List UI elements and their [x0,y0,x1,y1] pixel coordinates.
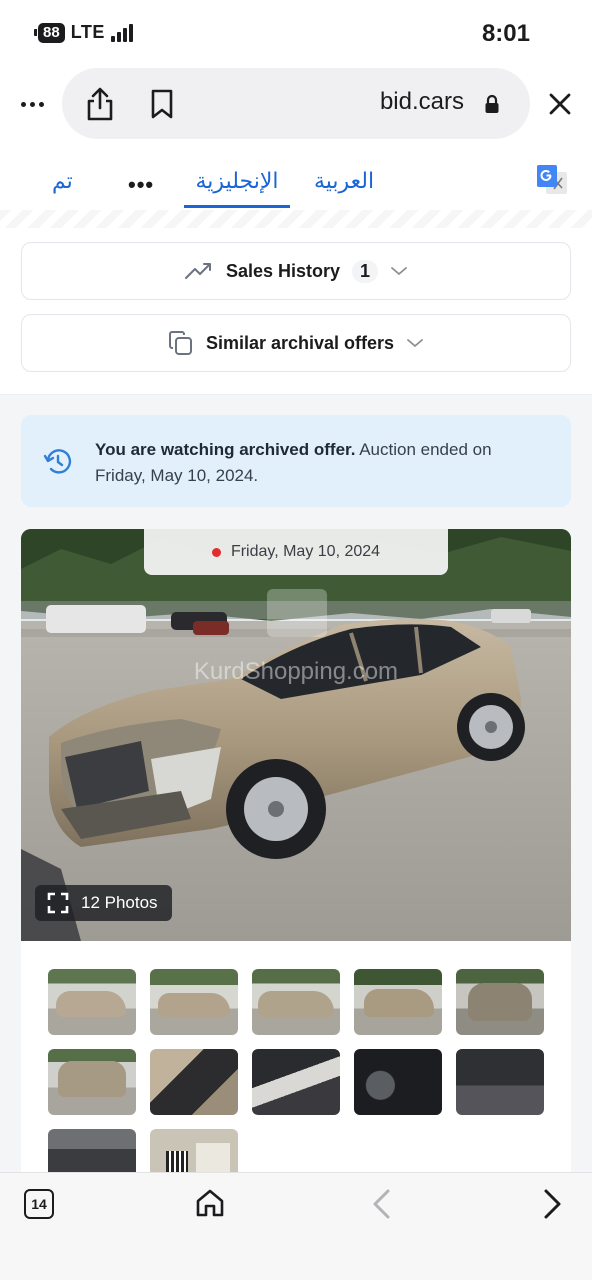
main-car-photo[interactable]: KurdShopping.com Friday, May 10, 2024 12… [21,529,571,941]
auction-date: Friday, May 10, 2024 [230,543,381,560]
home-icon[interactable] [194,1187,226,1219]
fullscreen-icon [47,892,69,914]
notice-text: You are watching archived offer. Auction… [95,437,495,489]
copy-icon [168,331,192,355]
car-photo-illustration: KurdShopping.com [21,529,571,941]
photos-count-label: 12 Photos [81,893,158,912]
thumbnail-6[interactable] [48,1049,136,1115]
status-bar: 88 LTE 8:01 [0,0,592,66]
tabs-button[interactable]: 14 [24,1189,54,1219]
notice-bold: You are watching archived offer. [95,440,356,459]
close-icon[interactable] [546,90,574,118]
offer-section: You are watching archived offer. Auction… [0,394,592,1172]
google-translate-icon[interactable] [536,164,568,198]
divider [0,210,592,230]
translate-tab-english[interactable]: الإنجليزية [184,152,290,208]
translate-done-button[interactable]: تم [52,168,73,194]
thumbnail-11[interactable] [48,1129,136,1172]
clock: 8:01 [481,20,530,47]
thumbnail-1[interactable] [48,969,136,1035]
tabs-count: 14 [31,1196,47,1212]
battery-indicator: 88 [34,22,65,43]
status-left: 88 LTE [34,22,133,43]
thumbnail-10[interactable] [456,1049,544,1115]
sales-history-count: 1 [352,259,379,283]
watermark-text: KurdShopping.com [194,658,398,685]
similar-offers-label: Similar archival offers [205,332,395,353]
sales-history-label: Sales History [225,260,341,281]
browser-toolbar: 14 [0,1172,592,1280]
more-menu-icon[interactable] [16,92,48,116]
thumbnail-8[interactable] [252,1049,340,1115]
thumbnail-4[interactable] [354,969,442,1035]
photos-count-button[interactable]: 12 Photos [35,885,172,921]
thumbnail-3[interactable] [252,969,340,1035]
url-text[interactable]: bid.cars [380,88,464,116]
gallery-card: KurdShopping.com Friday, May 10, 2024 12… [21,529,571,1172]
address-bar[interactable]: bid.cars [62,68,530,139]
similar-offers-accordion[interactable]: Similar archival offers [21,314,571,372]
thumbnail-12[interactable] [150,1129,238,1172]
status-dot [211,547,221,557]
translate-tab-arabic[interactable]: العربية [312,168,376,194]
history-icon [43,449,72,474]
thumbnail-2[interactable] [150,969,238,1035]
lock-icon [485,94,499,113]
page-content: Sales History 1 Similar archival offers … [0,228,592,1172]
forward-arrow-icon[interactable] [538,1187,566,1221]
signal-icon [110,23,133,42]
chevron-down-icon [407,339,423,348]
sales-history-accordion[interactable]: Sales History 1 [21,242,571,300]
auction-date-badge: Friday, May 10, 2024 [144,529,448,575]
thumbnail-5[interactable] [456,969,544,1035]
bookmark-icon[interactable] [148,88,176,120]
chevron-down-icon [391,267,407,276]
back-arrow-icon[interactable] [368,1187,396,1221]
browser-url-bar: bid.cars [0,68,592,140]
network-type: LTE [70,22,105,42]
translate-more-button[interactable]: ••• [128,172,154,198]
thumbnail-9[interactable] [354,1049,442,1115]
archived-notice: You are watching archived offer. Auction… [21,415,571,507]
thumbnail-7[interactable] [150,1049,238,1115]
translate-bar: تم ••• الإنجليزية العربية [0,152,592,212]
trend-up-icon [184,263,211,279]
share-icon[interactable] [84,86,116,122]
